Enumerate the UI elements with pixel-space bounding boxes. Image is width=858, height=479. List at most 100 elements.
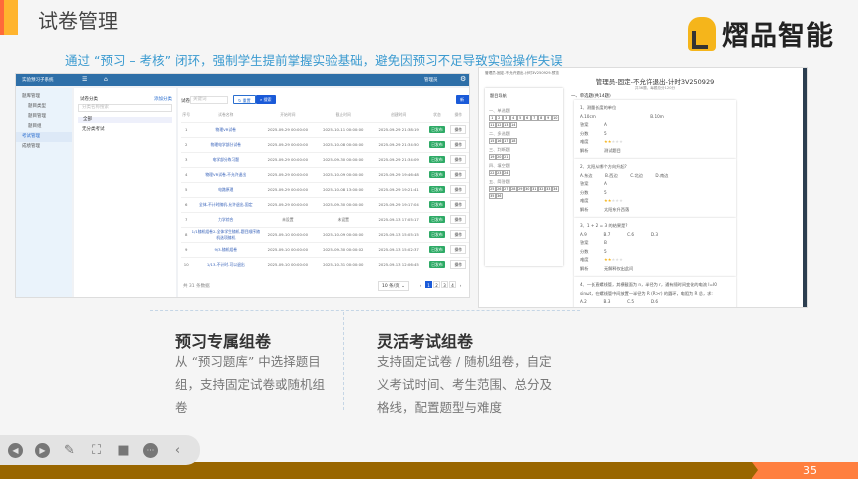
cell: 2025-10-08 00:00:00	[315, 136, 371, 152]
question-number-button[interactable]: 20	[496, 154, 503, 160]
cell: 9	[181, 241, 192, 257]
cell: 2025-09-29 21:34:09	[370, 151, 427, 167]
cell: 操作	[447, 151, 469, 167]
cell[interactable]: 物理电学部分试卷	[191, 136, 261, 152]
action-button[interactable]: 操作	[450, 229, 467, 239]
cell: 10	[181, 256, 192, 272]
cell[interactable]: 1/1随机组卷2-全体学生随机-题目顺序随机选项随机	[191, 226, 261, 242]
question-number-button[interactable]: 29	[517, 186, 524, 192]
question-number-button[interactable]: 15	[489, 138, 496, 144]
more-icon[interactable]: ···	[143, 442, 158, 458]
previous-icon[interactable]: ◀	[8, 442, 23, 458]
cell[interactable]: 物理VR试卷-不允许退出	[191, 166, 261, 182]
question-number-button[interactable]: 21	[503, 154, 510, 160]
action-button[interactable]: 操作	[450, 199, 467, 209]
add-exam-button[interactable]: 新增	[456, 95, 469, 111]
next-icon[interactable]: ▶	[35, 442, 50, 458]
action-button[interactable]: 操作	[450, 184, 467, 194]
question-number-button[interactable]: 9	[545, 115, 552, 121]
reset-button[interactable]: ↻ 重置	[233, 95, 256, 104]
page-button[interactable]: 3	[441, 281, 448, 288]
question-card: 1、测量长度的单位 A.10cm B.10m 答案 A 分数 5 难度 ★★★★★ 解析 测试题目	[574, 100, 736, 159]
sidebar-item[interactable]: 题库管理	[16, 92, 72, 102]
cell[interactable]: 全体-不计时随机-允许退出-固定	[191, 196, 261, 212]
question-number-button[interactable]: 24	[503, 170, 510, 176]
add-category-link[interactable]: 添加分类	[154, 96, 172, 102]
question-number-button[interactable]: 11	[489, 122, 496, 128]
action-button[interactable]: 操作	[450, 154, 467, 164]
cell[interactable]: 物理VR试卷	[191, 121, 261, 137]
action-button[interactable]: 操作	[450, 259, 467, 269]
action-button[interactable]: 操作	[450, 244, 467, 254]
question-number-button[interactable]: 10	[552, 115, 559, 121]
sidebar-item[interactable]: 题目类型	[16, 102, 72, 112]
question-number-button[interactable]: 5	[517, 115, 524, 121]
exam-search-input[interactable]: 关键词	[190, 96, 228, 104]
home-icon[interactable]: ⌂	[104, 76, 108, 83]
question-number-button[interactable]: 4	[510, 115, 517, 121]
question-number-button[interactable]: 27	[503, 186, 510, 192]
sidebar-item[interactable]: 成绩管理	[16, 142, 72, 152]
question-number-button[interactable]: 17	[503, 138, 510, 144]
next-page-icon[interactable]: ›	[457, 282, 464, 289]
question-number-button[interactable]: 26	[496, 186, 503, 192]
tree-node-all[interactable]: 全部	[78, 117, 172, 123]
user-name[interactable]: 管理员	[424, 77, 438, 83]
question-number-button[interactable]: 14	[510, 122, 517, 128]
table-row: 4 物理VR试卷-不允许退出 2025-09-29 00:00:00 2025-10-…	[181, 166, 469, 182]
page-button[interactable]: 2	[433, 281, 440, 288]
question-number-button[interactable]: 35	[489, 193, 496, 199]
action-button[interactable]: 操作	[450, 214, 467, 224]
tree-node-uncategorized[interactable]: 无分类考试	[82, 126, 105, 132]
screenshot-icon[interactable]: ⛶	[89, 443, 104, 458]
question-number-button[interactable]: 8	[538, 115, 545, 121]
category-search-input[interactable]: 分类名称搜索	[78, 104, 172, 112]
scrollbar[interactable]	[803, 68, 807, 307]
cell[interactable]: 电路原理	[191, 181, 261, 197]
sidebar-item[interactable]: 题目管理	[16, 112, 72, 122]
page-size-select[interactable]: 10 条/页 ⌄	[378, 281, 409, 291]
question-number-button[interactable]: 3	[503, 115, 510, 121]
question-number-button[interactable]: 6	[524, 115, 531, 121]
question-number-button[interactable]: 1	[489, 115, 496, 121]
menu-icon[interactable]: ☰	[82, 76, 87, 83]
action-button[interactable]: 操作	[450, 169, 467, 179]
action-button[interactable]: 操作	[450, 139, 467, 149]
cell[interactable]: 9/3-随机组卷	[191, 241, 261, 257]
question-number-button[interactable]: 36	[496, 193, 503, 199]
question-number-button[interactable]: 2	[496, 115, 503, 121]
collapse-icon[interactable]: ‹	[170, 443, 185, 458]
prev-page-icon[interactable]: ‹	[417, 282, 424, 289]
question-number-button[interactable]: 13	[503, 122, 510, 128]
cell[interactable]: 电学部分练习题	[191, 151, 261, 167]
page-button[interactable]: 4	[449, 281, 456, 288]
question-number-button[interactable]: 16	[496, 138, 503, 144]
page-button[interactable]: 1	[425, 281, 432, 288]
question-number-button[interactable]: 25	[489, 186, 496, 192]
question-number-button[interactable]: 23	[496, 170, 503, 176]
question-options: A.2 B.3 C.5 D.6	[580, 299, 659, 304]
cell[interactable]: 力学综合	[191, 211, 261, 227]
camera-icon[interactable]: ■	[116, 443, 131, 458]
question-number-button[interactable]: 31	[531, 186, 538, 192]
nav-group: 15 16 17 18	[489, 138, 561, 145]
question-number-button[interactable]: 32	[538, 186, 545, 192]
sidebar-item[interactable]: 考试管理	[16, 132, 72, 142]
question-number-button[interactable]: 7	[531, 115, 538, 121]
question-number-button[interactable]: 19	[489, 154, 496, 160]
question-number-button[interactable]: 30	[524, 186, 531, 192]
question-card: 4、一长直螺线管，其横截面为 n，半径为 r，通有随时间变化的电流 I=I0 s…	[574, 277, 736, 307]
question-number-button[interactable]: 33	[545, 186, 552, 192]
question-number-button[interactable]: 28	[510, 186, 517, 192]
action-button[interactable]: 操作	[450, 124, 467, 134]
divider	[150, 310, 580, 311]
pen-icon[interactable]: ✎	[62, 443, 77, 458]
question-number-button[interactable]: 34	[552, 186, 559, 192]
question-number-button[interactable]: 18	[510, 138, 517, 144]
question-number-button[interactable]: 22	[489, 170, 496, 176]
cell[interactable]: 1/13-不计时-可以退出	[191, 256, 261, 272]
gear-icon[interactable]: ⚙	[460, 75, 466, 83]
search-button[interactable]: ⌕ 搜索	[256, 95, 276, 104]
question-number-button[interactable]: 12	[496, 122, 503, 128]
sidebar-item[interactable]: 题目组	[16, 122, 72, 132]
